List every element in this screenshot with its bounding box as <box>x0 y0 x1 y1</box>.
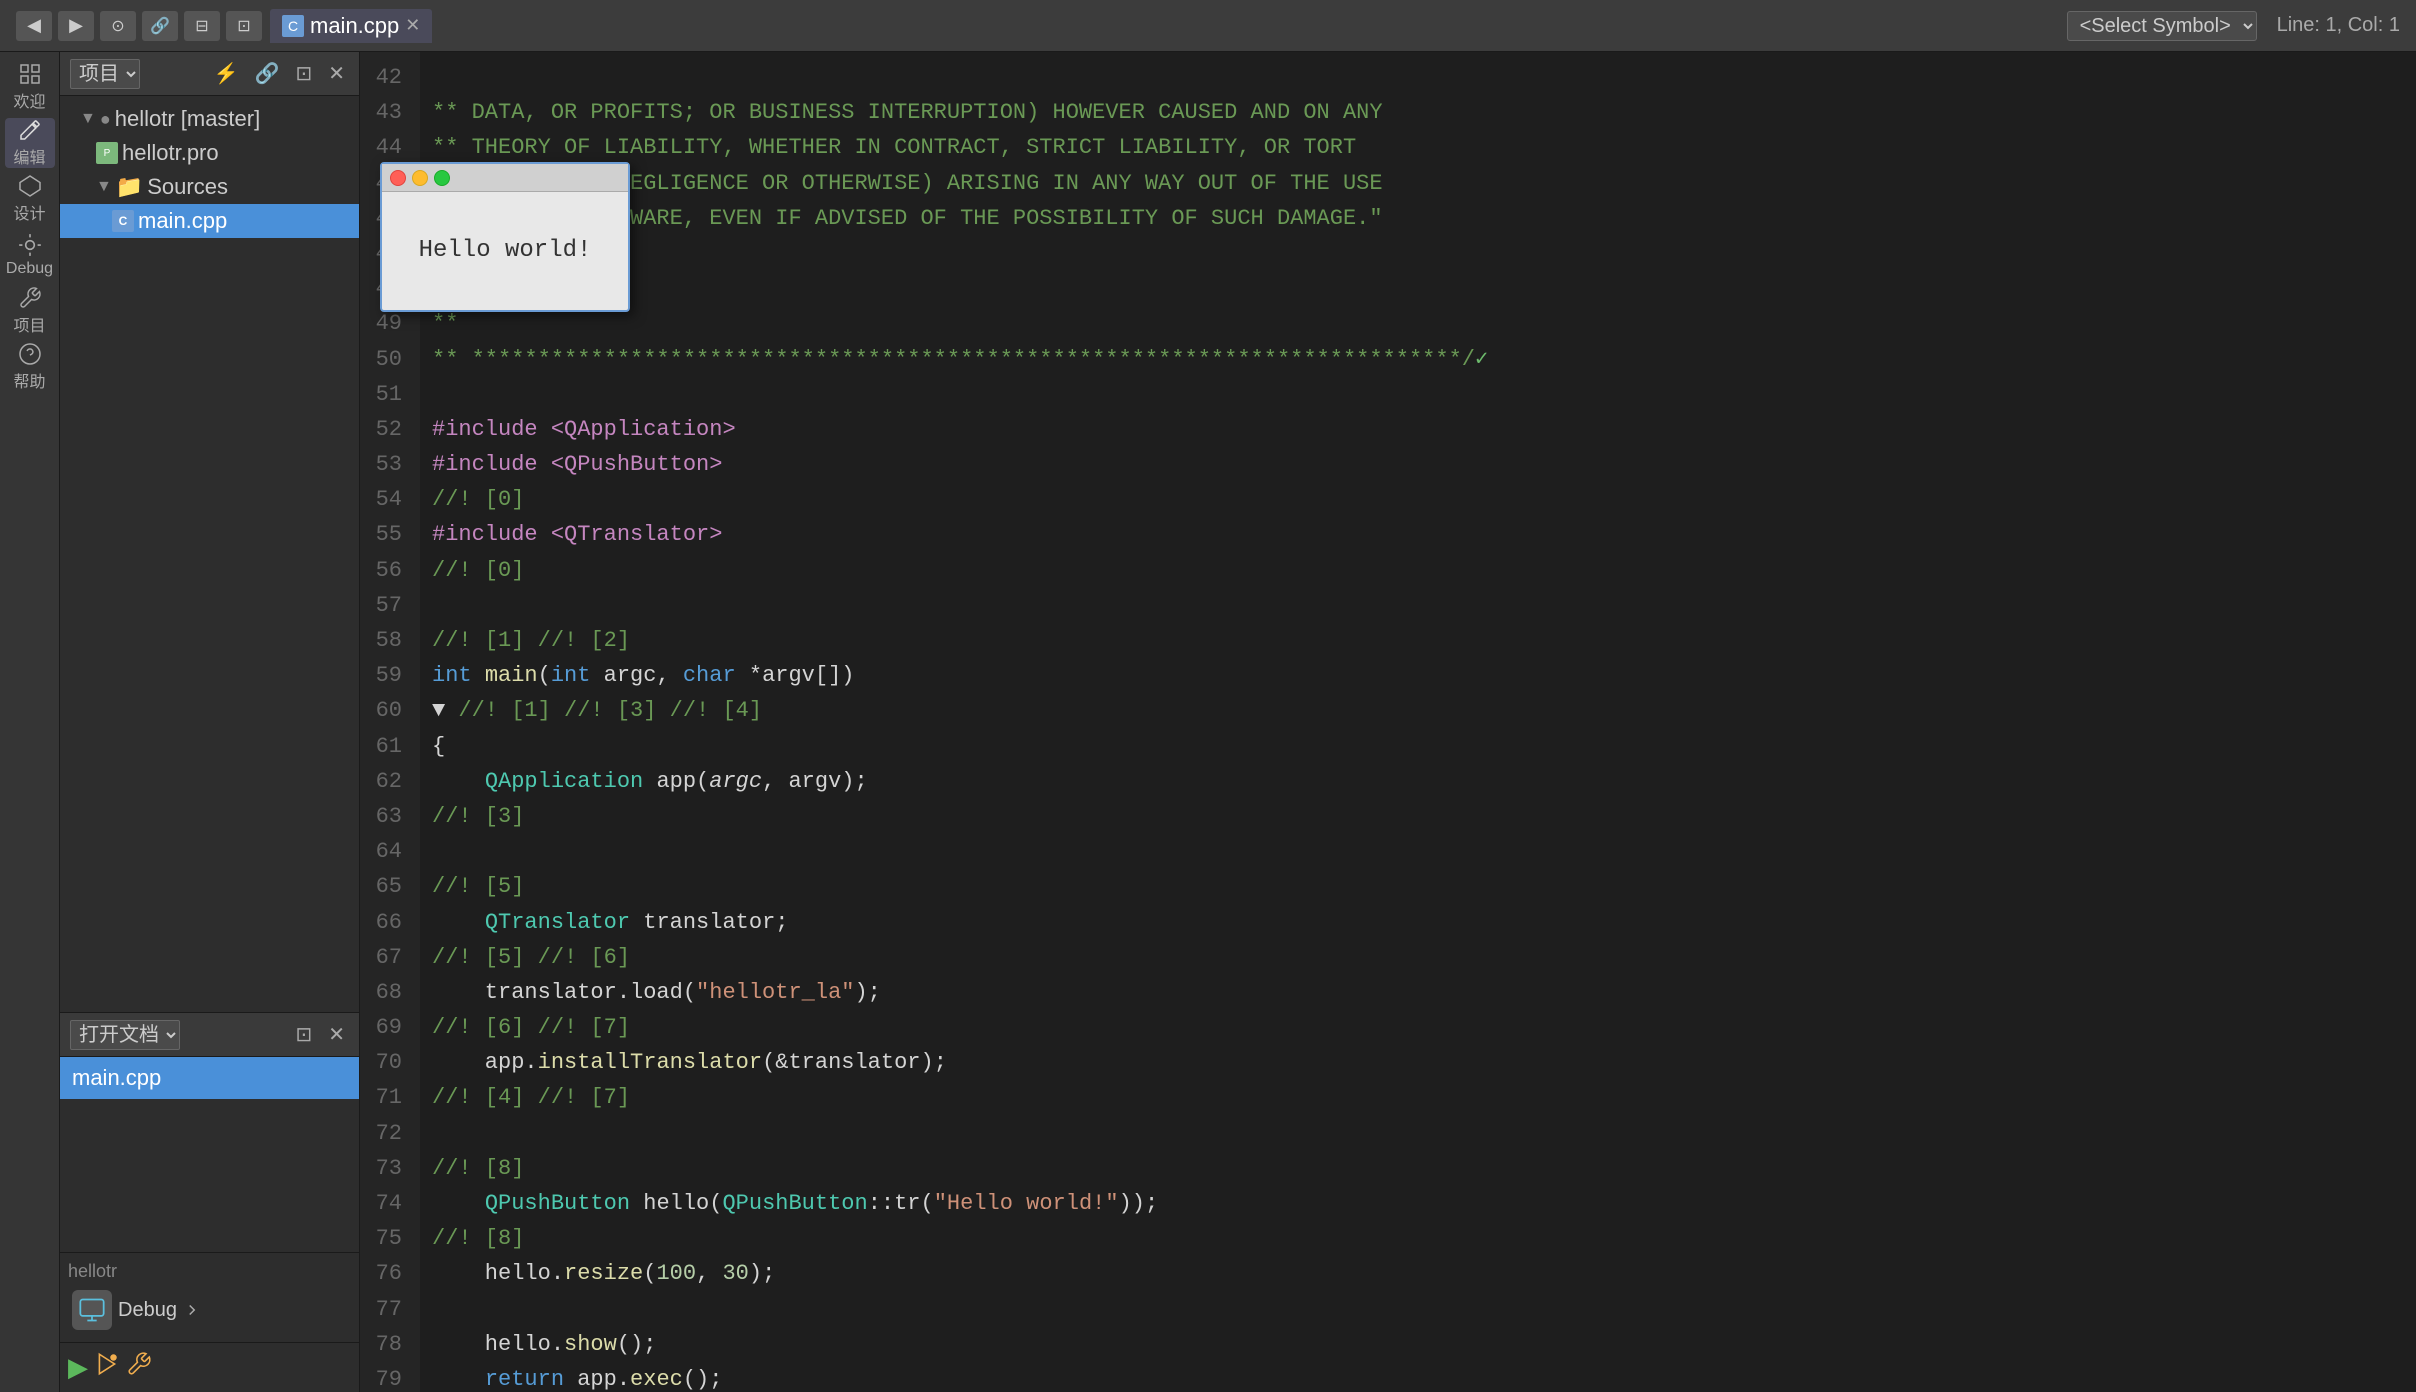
open-docs-dropdown[interactable]: 打开文档 <box>70 1020 180 1050</box>
tab-cpp-icon: C <box>282 15 304 37</box>
debug-sidebar-label: Debug <box>6 260 53 278</box>
tree-arrow-sources: ▼ <box>96 178 112 196</box>
project-label: 项目 <box>13 312 45 336</box>
open-docs-header: 打开文档 ⊡ ✕ <box>60 1013 359 1057</box>
open-docs-split-button[interactable]: ⊡ <box>291 1020 316 1049</box>
hw-minimize-button[interactable] <box>412 170 428 186</box>
symbol-select[interactable]: <Select Symbol> <box>2067 11 2257 41</box>
welcome-label: 欢迎 <box>13 88 45 112</box>
window-button[interactable]: ⊡ <box>226 11 262 41</box>
app-section: hellotr Debug <box>60 1252 359 1342</box>
split-panel-button[interactable]: ⊡ <box>291 59 316 88</box>
tab-label: main.cpp <box>310 13 399 39</box>
tree-item-main-cpp[interactable]: C main.cpp <box>60 204 359 238</box>
app-name-label: hellotr <box>68 1261 351 1282</box>
sidebar-item-project[interactable]: 项目 <box>5 286 55 336</box>
design-label: 设计 <box>13 200 45 224</box>
hello-world-text: Hello world! <box>419 237 592 264</box>
close-panel-button[interactable]: ✕ <box>324 59 349 88</box>
help-label: 帮助 <box>13 368 45 392</box>
main-content: 欢迎 编辑 设计 Debug 项目 帮助 项目 ⚡ <box>0 52 2416 1392</box>
back-button[interactable]: ◀ <box>16 11 52 41</box>
sidebar-item-help[interactable]: 帮助 <box>5 342 55 392</box>
edit-label: 编辑 <box>13 144 45 168</box>
app-debug-name: Debug <box>118 1299 177 1322</box>
code-content: 42 43 44 45 46 47 48 49 50 51 52 53 54 5… <box>360 52 2416 1392</box>
app-debug-item[interactable]: Debug <box>68 1286 351 1334</box>
sidebar-item-welcome[interactable]: 欢迎 <box>5 62 55 112</box>
tab-main-cpp[interactable]: C main.cpp ✕ <box>270 9 432 43</box>
pro-file-icon: P <box>96 142 118 164</box>
open-docs-close-button[interactable]: ✕ <box>324 1020 349 1049</box>
tree-label-sources: Sources <box>147 174 228 200</box>
titlebar: ◀ ▶ ⊙ 🔗 ⊟ ⊡ C main.cpp ✕ <Select Symbol>… <box>0 0 2416 52</box>
build-button[interactable] <box>126 1351 152 1384</box>
run-buttons: ▶ <box>60 1342 359 1392</box>
link-button[interactable]: 🔗 <box>142 11 178 41</box>
sidebar-icons: 欢迎 编辑 设计 Debug 项目 帮助 <box>0 52 60 1392</box>
titlebar-nav: ◀ ▶ ⊙ 🔗 ⊟ ⊡ <box>16 11 262 41</box>
run-button[interactable]: ▶ <box>68 1351 88 1384</box>
tree-item-hellotr-root[interactable]: ▼ ● hellotr [master] <box>60 102 359 136</box>
hello-world-popup[interactable]: Hello world! <box>380 162 630 312</box>
project-panel-header: 项目 ⚡ 🔗 ⊡ ✕ <box>60 52 359 96</box>
hw-popup-titlebar <box>382 164 628 192</box>
line-col-info: Line: 1, Col: 1 <box>2277 14 2400 37</box>
hw-popup-body: Hello world! <box>382 192 628 310</box>
tree-label-main-cpp: main.cpp <box>138 208 227 234</box>
tree-item-hellotr-pro[interactable]: P hellotr.pro <box>60 136 359 170</box>
app-expand-icon <box>183 1301 201 1319</box>
tree-label-hellotr-root: hellotr [master] <box>115 106 261 132</box>
snapshot-button[interactable]: ⊙ <box>100 11 136 41</box>
titlebar-center: C main.cpp ✕ <Select Symbol> Line: 1, Co… <box>262 9 2400 43</box>
sidebar-item-design[interactable]: 设计 <box>5 174 55 224</box>
sources-folder-icon: 📁 <box>116 174 143 200</box>
tab-bar: C main.cpp ✕ <box>270 9 2051 43</box>
forward-button[interactable]: ▶ <box>58 11 94 41</box>
sidebar-item-edit[interactable]: 编辑 <box>5 118 55 168</box>
sidebar-item-debug[interactable]: Debug <box>5 230 55 280</box>
hw-maximize-button[interactable] <box>434 170 450 186</box>
project-dropdown[interactable]: 项目 <box>70 59 140 89</box>
code-lines[interactable]: ** DATA, OR PROFITS; OR BUSINESS INTERRU… <box>420 52 2416 1392</box>
open-docs-list: main.cpp <box>60 1057 359 1099</box>
tree-content: ▼ ● hellotr [master] P hellotr.pro ▼ 📁 S… <box>60 96 359 1012</box>
tree-arrow-root: ▼ <box>80 110 96 128</box>
code-editor[interactable]: 42 43 44 45 46 47 48 49 50 51 52 53 54 5… <box>360 52 2416 1392</box>
root-icon: ● <box>100 109 111 130</box>
split-button[interactable]: ⊟ <box>184 11 220 41</box>
tree-label-hellotr-pro: hellotr.pro <box>122 140 219 166</box>
link-panel-button[interactable]: 🔗 <box>251 59 284 88</box>
open-docs-panel: 打开文档 ⊡ ✕ main.cpp <box>60 1012 359 1252</box>
tab-close-button[interactable]: ✕ <box>405 15 420 36</box>
file-tree-panel: 项目 ⚡ 🔗 ⊡ ✕ ▼ ● hellotr [master] P hellot… <box>60 52 360 1392</box>
tree-item-sources[interactable]: ▼ 📁 Sources <box>60 170 359 204</box>
filter-button[interactable]: ⚡ <box>210 59 243 88</box>
cpp-file-icon: C <box>112 210 134 232</box>
debug-run-button[interactable] <box>94 1351 120 1384</box>
open-doc-main-cpp[interactable]: main.cpp <box>60 1057 359 1099</box>
hw-close-button[interactable] <box>390 170 406 186</box>
app-debug-icon <box>72 1290 112 1330</box>
